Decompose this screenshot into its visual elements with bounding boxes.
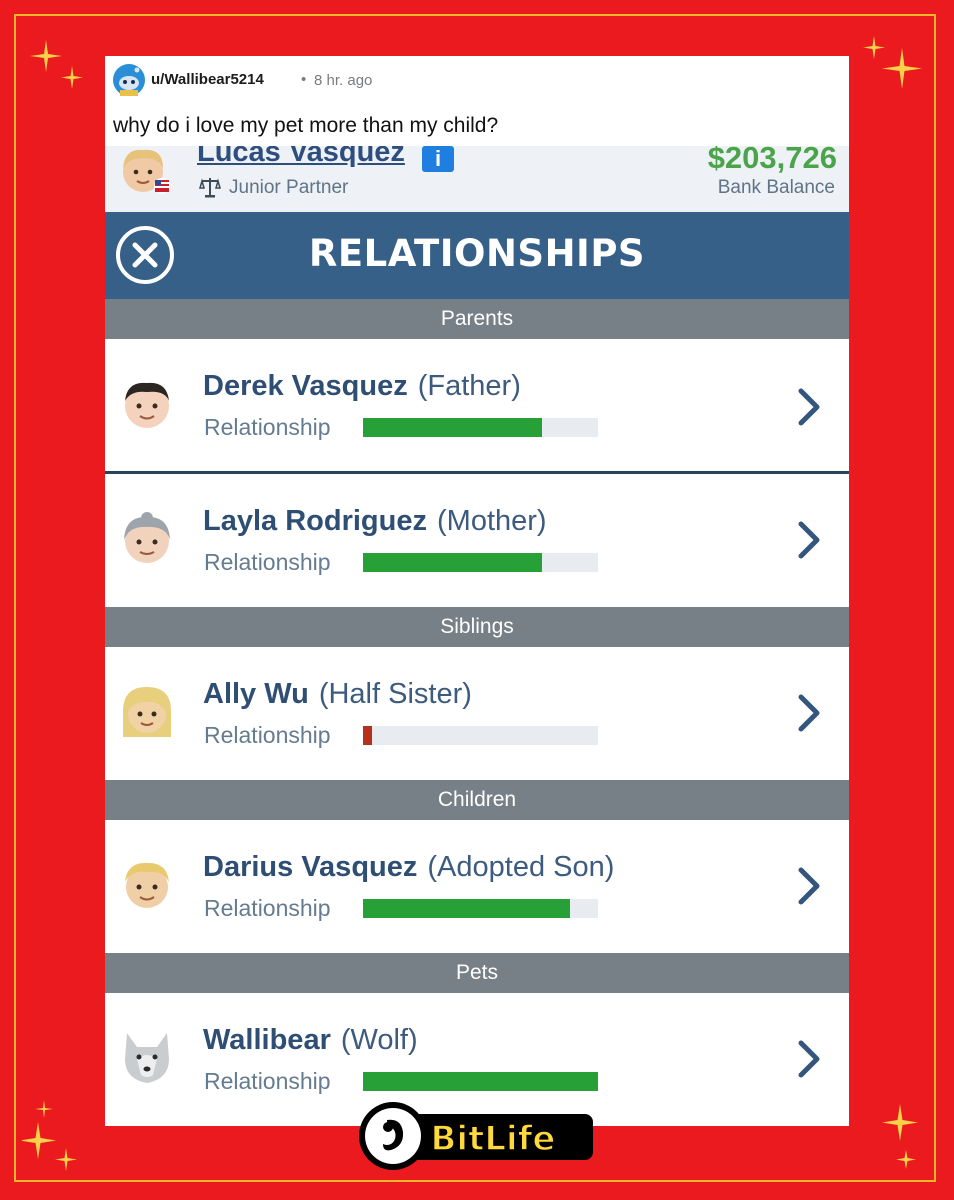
sparkle-icon: [863, 36, 922, 89]
bank-balance-value: $203,726: [707, 146, 837, 175]
section-header-siblings: Siblings: [105, 607, 849, 647]
relationship-name-line: Ally Wu (Half Sister): [203, 678, 472, 711]
relationship-bar: [363, 553, 598, 572]
relationship-name-line: Darius Vasquez (Adopted Son): [203, 851, 614, 884]
relationship-bar-fill: [363, 1072, 598, 1091]
relationship-label: Relationship: [204, 895, 331, 921]
relationship-name-line: Derek Vasquez (Father): [203, 370, 521, 403]
person-role: (Wolf): [340, 1024, 418, 1056]
relationship-name-line: Layla Rodriguez (Mother): [203, 505, 547, 538]
person-role: (Adopted Son): [427, 851, 615, 883]
person-name: Layla Rodriguez: [203, 505, 427, 537]
blonde-boy-avatar-icon: [125, 862, 169, 908]
blonde-woman-avatar-icon: [123, 687, 171, 737]
post-title[interactable]: why do i love my pet more than my child?: [113, 114, 498, 138]
relationship-bar-fill: [363, 553, 542, 572]
separator-dot: •: [301, 71, 307, 88]
person-name: Wallibear: [203, 1024, 331, 1056]
character-avatar-icon[interactable]: [119, 146, 171, 194]
section-header-children: Children: [105, 780, 849, 820]
relationship-bar-fill: [363, 418, 542, 437]
relationship-bar-fill: [363, 899, 570, 918]
character-status-bar: Lucas Vasquez i Junior Partner $203,726 …: [105, 146, 849, 212]
bank-balance-label: Bank Balance: [717, 177, 835, 198]
chevron-right-icon[interactable]: [795, 387, 823, 427]
relationship-row-derek[interactable]: Derek Vasquez (Father) Relationship: [105, 339, 849, 474]
person-role: (Mother): [437, 505, 547, 537]
chevron-right-icon[interactable]: [795, 1039, 823, 1079]
sparkle-icon: [882, 1104, 918, 1169]
relationship-label: Relationship: [204, 414, 331, 440]
info-icon[interactable]: i: [422, 146, 454, 172]
grey-haired-woman-avatar-icon: [124, 512, 170, 563]
screenshot-card: u/Wallibear5214 • 8 hr. ago why do i lov…: [105, 56, 849, 1126]
section-header-parents: Parents: [105, 299, 849, 339]
relationship-label: Relationship: [204, 549, 331, 575]
section-header-pets: Pets: [105, 953, 849, 993]
sparkle-icon: [30, 40, 83, 89]
relationship-bar: [363, 418, 598, 437]
relationship-row-darius[interactable]: Darius Vasquez (Adopted Son) Relationship: [105, 820, 849, 953]
person-name: Darius Vasquez: [203, 851, 418, 883]
person-name: Derek Vasquez: [203, 370, 408, 402]
person-role: (Father): [417, 370, 521, 402]
relationships-title: RELATIONSHIPS: [308, 232, 646, 275]
person-name: Ally Wu: [203, 678, 309, 710]
sparkle-icon: [22, 1100, 77, 1171]
relationship-name-line: Wallibear (Wolf): [203, 1024, 418, 1057]
chevron-right-icon[interactable]: [795, 866, 823, 906]
relationship-label: Relationship: [204, 1068, 331, 1094]
post-username[interactable]: u/Wallibear5214: [151, 71, 264, 88]
reddit-snoo-avatar-icon[interactable]: [113, 64, 145, 96]
chevron-right-icon[interactable]: [795, 520, 823, 560]
relationship-label: Relationship: [204, 722, 331, 748]
bitlife-logo: BitLife: [359, 1102, 593, 1170]
bitlife-logo-text: BitLife: [431, 1119, 556, 1159]
relationship-bar: [363, 726, 598, 745]
relationship-row-layla[interactable]: Layla Rodriguez (Mother) Relationship: [105, 474, 849, 607]
wolf-avatar-icon: [125, 1033, 169, 1083]
relationship-row-ally[interactable]: Ally Wu (Half Sister) Relationship: [105, 647, 849, 780]
chevron-right-icon[interactable]: [795, 693, 823, 733]
reddit-post-header: u/Wallibear5214 • 8 hr. ago why do i lov…: [105, 56, 849, 146]
relationship-bar: [363, 899, 598, 918]
relationship-bar-fill: [363, 726, 373, 745]
relationship-bar: [363, 1072, 598, 1091]
character-job-title: Junior Partner: [229, 177, 349, 198]
scales-of-justice-icon: [199, 178, 221, 198]
character-name-link[interactable]: Lucas Vasquez: [197, 146, 405, 169]
relationships-header: RELATIONSHIPS: [105, 212, 849, 299]
dark-haired-man-avatar-icon: [125, 382, 169, 428]
person-role: (Half Sister): [318, 678, 472, 710]
post-timestamp: 8 hr. ago: [314, 72, 373, 89]
